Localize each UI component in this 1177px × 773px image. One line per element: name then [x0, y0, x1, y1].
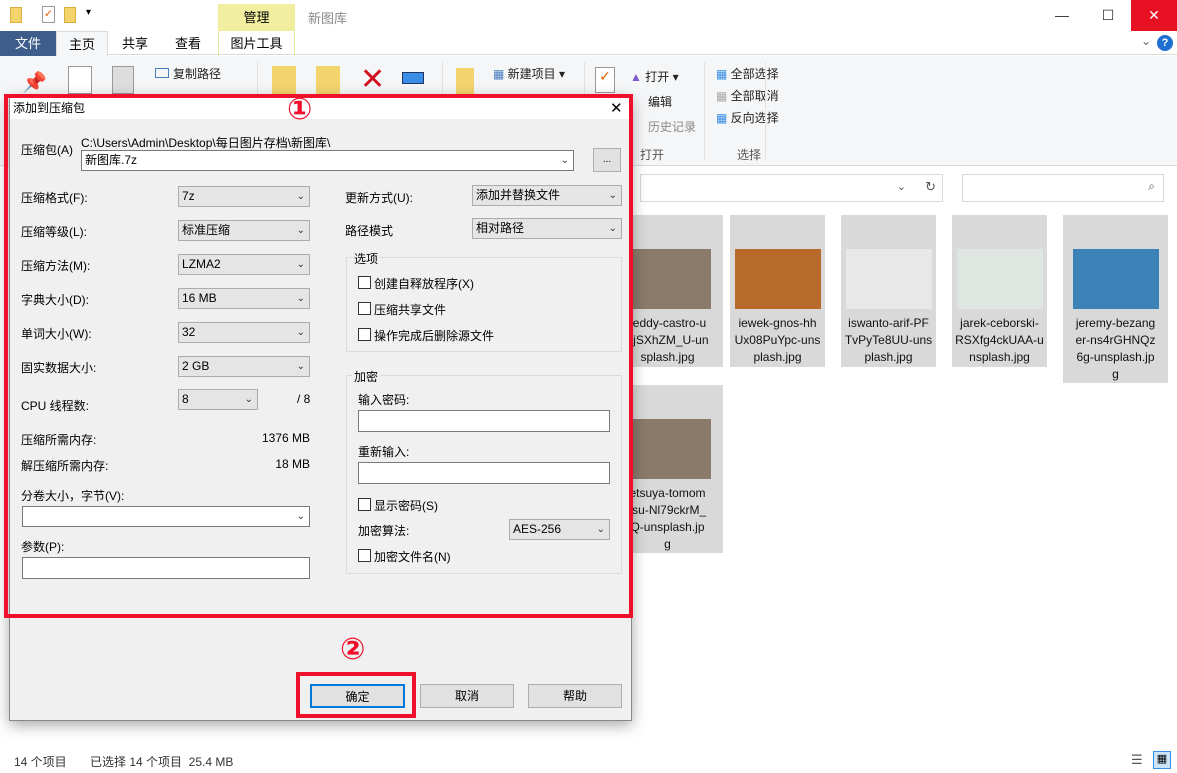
open-label: 打开 — [645, 70, 669, 84]
select-none-button[interactable]: ▦ 全部取消 — [716, 87, 779, 104]
tab-home[interactable]: 主页 — [56, 31, 108, 56]
large-icons-view-icon[interactable]: ▦ — [1153, 751, 1171, 769]
select-all-icon: ▦ — [716, 67, 731, 81]
new-item-label: 新建项目 — [508, 67, 556, 81]
invert-selection-button[interactable]: ▦ 反向选择 — [716, 109, 779, 126]
tab-file[interactable]: 文件 — [0, 31, 56, 56]
image-thumbnail — [1073, 249, 1159, 309]
invert-selection-icon: ▦ — [716, 111, 731, 125]
image-thumbnail — [846, 249, 932, 309]
open-group-label: 打开 — [640, 146, 664, 163]
help-button[interactable]: 帮助 — [528, 684, 622, 708]
file-tile[interactable]: jarek-ceborski- RSXfg4ckUAA-u nsplash.jp… — [952, 215, 1047, 367]
customize-toolbar-icon[interactable]: ▾ — [86, 7, 91, 18]
tab-manage[interactable]: 管理 — [218, 4, 295, 31]
tab-picture-tools[interactable]: 图片工具 — [218, 31, 295, 56]
explorer-title-bar — [0, 0, 1177, 31]
ribbon-divider — [704, 62, 705, 160]
select-all-label: 全部选择 — [731, 67, 779, 81]
copy-to-icon[interactable] — [316, 66, 340, 96]
highlight-box-settings — [4, 94, 633, 618]
maximize-button[interactable]: ☐ — [1085, 0, 1131, 31]
copy-path-label: 复制路径 — [173, 67, 221, 81]
search-icon: ⌕ — [1148, 179, 1155, 194]
file-name: jeremy-bezang er-ns4rGHNQz 6g-unsplash.j… — [1063, 315, 1168, 383]
step-2-marker: ② — [340, 632, 365, 667]
file-name: jarek-ceborski- RSXfg4ckUAA-u nsplash.jp… — [952, 315, 1047, 366]
collapse-ribbon-icon[interactable]: ⌄ — [1141, 34, 1151, 48]
image-thumbnail — [957, 249, 1043, 309]
tab-share[interactable]: 共享 — [110, 31, 160, 56]
highlight-box-ok — [296, 672, 416, 718]
cancel-button[interactable]: 取消 — [420, 684, 514, 708]
copy-path-icon — [155, 68, 169, 78]
image-thumbnail — [735, 249, 821, 309]
search-input[interactable]: ⌕ — [962, 174, 1164, 202]
rename-icon[interactable] — [402, 72, 424, 84]
copy-icon[interactable] — [68, 66, 92, 94]
select-none-icon: ▦ — [716, 89, 731, 103]
selection-info: 已选择 14 个项目 25.4 MB — [90, 753, 233, 770]
select-all-button[interactable]: ▦ 全部选择 — [716, 65, 779, 82]
folder-icon — [10, 7, 22, 23]
close-button[interactable]: ✕ — [1131, 0, 1177, 31]
history-button[interactable]: 历史记录 — [648, 118, 696, 135]
address-bar[interactable]: ⌄ ↻ — [640, 174, 943, 202]
file-name: iewek-gnos-hh Ux08PuYpc-uns plash.jpg — [730, 315, 825, 366]
delete-icon[interactable]: ✕ — [360, 62, 385, 97]
select-none-label: 全部取消 — [731, 89, 779, 103]
open-icon: ▲ — [630, 70, 645, 84]
new-item-button[interactable]: ▦ 新建项目 ▾ — [493, 65, 565, 82]
open-button[interactable]: ▲ 打开 ▾ — [630, 68, 679, 85]
properties-big-icon[interactable]: ✓ — [595, 67, 615, 93]
pin-icon[interactable]: 📌 — [22, 70, 47, 95]
file-tile[interactable]: iewek-gnos-hh Ux08PuYpc-uns plash.jpg — [730, 215, 825, 367]
invert-selection-label: 反向选择 — [731, 111, 779, 125]
step-1-marker: ① — [287, 92, 312, 127]
details-view-icon[interactable]: ☰ — [1131, 752, 1143, 768]
copy-path-button[interactable]: 复制路径 — [155, 65, 221, 82]
minimize-button[interactable]: — — [1039, 0, 1085, 31]
help-icon[interactable]: ? — [1157, 35, 1173, 51]
item-count: 14 个项目 — [14, 753, 67, 770]
tab-view[interactable]: 查看 — [163, 31, 213, 56]
new-item-icon: ▦ — [493, 67, 508, 81]
address-dropdown-icon[interactable]: ⌄ — [897, 180, 906, 193]
file-tile[interactable]: iswanto-arif-PF TvPyTe8UU-uns plash.jpg — [841, 215, 936, 367]
file-name: iswanto-arif-PF TvPyTe8UU-uns plash.jpg — [841, 315, 936, 366]
file-tile[interactable]: jeremy-bezang er-ns4rGHNQz 6g-unsplash.j… — [1063, 215, 1168, 383]
edit-button[interactable]: 编辑 — [648, 93, 672, 110]
refresh-icon[interactable]: ↻ — [925, 179, 936, 195]
image-thumbnail — [625, 249, 711, 309]
properties-icon[interactable]: ✓ — [42, 6, 55, 23]
ribbon-divider — [765, 62, 766, 160]
paste-icon[interactable] — [112, 66, 134, 94]
select-group-label: 选择 — [737, 146, 761, 163]
new-folder-icon[interactable] — [64, 7, 76, 23]
window-title: 新图库 — [308, 8, 347, 27]
image-thumbnail — [625, 419, 711, 479]
